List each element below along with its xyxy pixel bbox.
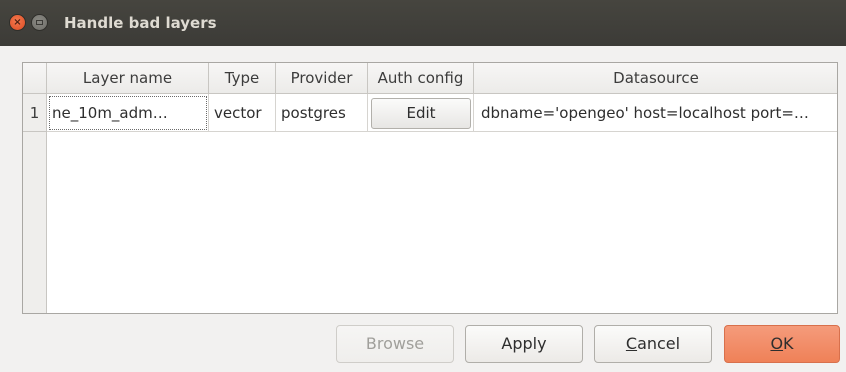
close-window-button[interactable]: × [10,15,25,30]
apply-button[interactable]: Apply [465,325,583,363]
window-title: Handle bad layers [64,14,217,32]
column-header-layer-name[interactable]: Layer name [47,63,209,94]
cell-layer-name[interactable]: ne_10m_adm… [47,94,209,132]
cancel-label-rest: ancel [637,334,681,353]
maximize-window-button[interactable] [32,15,47,30]
cancel-mnemonic: C [625,334,638,353]
column-header-auth-config[interactable]: Auth config [368,63,474,94]
browse-button[interactable]: Browse [336,325,454,363]
close-icon: × [13,17,22,28]
ok-label-rest: K [783,334,794,353]
row-header-1[interactable]: 1 [23,94,47,132]
column-header-provider[interactable]: Provider [276,63,368,94]
maximize-icon [36,20,43,25]
dialog-window: × Handle bad layers Layer name Type Prov… [0,0,846,372]
table-corner-header[interactable] [23,63,47,94]
title-bar[interactable]: × Handle bad layers [0,0,846,46]
edit-auth-config-button[interactable]: Edit [371,98,471,129]
cell-provider[interactable]: postgres [276,94,368,132]
bad-layers-table[interactable]: Layer name Type Provider Auth config Dat… [22,62,838,314]
cancel-button[interactable]: Cancel [594,325,712,363]
cell-type[interactable]: vector [209,94,276,132]
column-header-type[interactable]: Type [209,63,276,94]
ok-mnemonic: O [770,334,784,353]
cell-datasource[interactable]: dbname='opengeo' host=localhost port=… [474,94,837,132]
ok-button[interactable]: OK [724,325,840,363]
column-header-datasource[interactable]: Datasource [474,63,837,94]
